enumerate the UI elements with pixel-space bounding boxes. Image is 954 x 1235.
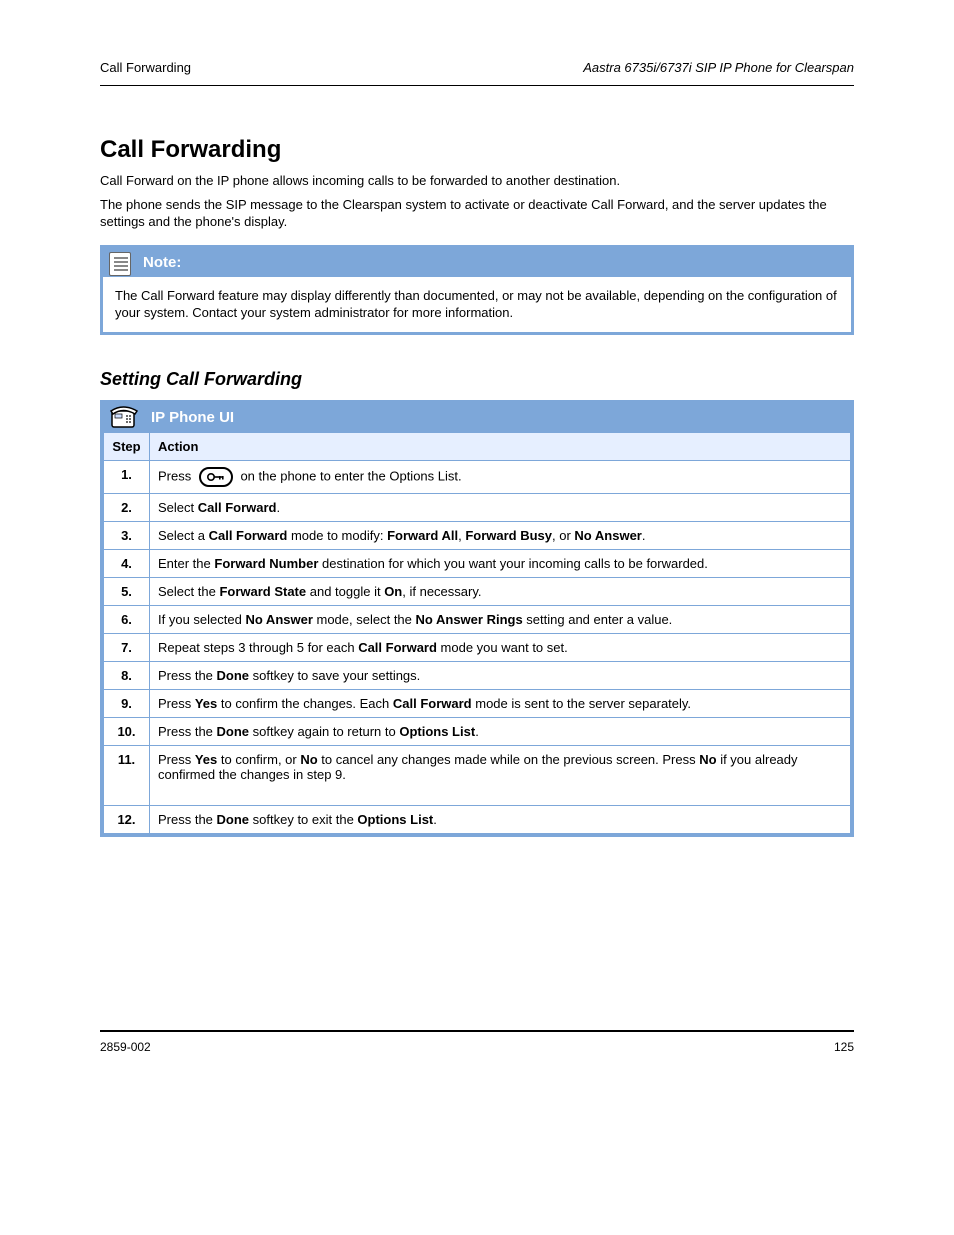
step-number: 7. [104,633,150,661]
step-action: Press the Done softkey again to return t… [150,717,851,745]
table-row: 1.Press on the phone to enter the Option… [104,460,851,493]
step-action: Select a Call Forward mode to modify: Fo… [150,521,851,549]
step-action: Press on the phone to enter the Options … [150,460,851,493]
section-title: Call Forwarding [100,136,854,164]
procedure-table: Step Action 1.Press on the phone to ente… [103,432,851,834]
step-number: 5. [104,577,150,605]
running-header: Call Forwarding Aastra 6735i/6737i SIP I… [100,60,854,75]
table-row: 9.Press Yes to confirm the changes. Each… [104,689,851,717]
page-content: Call Forwarding Aastra 6735i/6737i SIP I… [100,60,854,837]
step-number: 6. [104,605,150,633]
table-row: 7.Repeat steps 3 through 5 for each Call… [104,633,851,661]
action-text-after: on the phone to enter the Options List. [237,468,462,483]
table-row: 5.Select the Forward State and toggle it… [104,577,851,605]
note-box: Note: The Call Forward feature may displ… [100,245,854,335]
table-row: 6.If you selected No Answer mode, select… [104,605,851,633]
table-row: 11.Press Yes to confirm, or No to cancel… [104,745,851,805]
table-row: 3.Select a Call Forward mode to modify: … [104,521,851,549]
options-key-icon [199,467,233,487]
procedure-title: IP Phone UI [151,409,234,426]
step-number: 3. [104,521,150,549]
step-number: 10. [104,717,150,745]
col-header-action: Action [150,432,851,460]
table-row: 4.Enter the Forward Number destination f… [104,549,851,577]
step-number: 8. [104,661,150,689]
footer-rule [100,1030,854,1032]
note-header: Note: [103,248,851,277]
col-header-step: Step [104,432,150,460]
step-action: Enter the Forward Number destination for… [150,549,851,577]
table-row: 8.Press the Done softkey to save your se… [104,661,851,689]
step-action: Press the Done softkey to exit the Optio… [150,805,851,833]
table-row: 12.Press the Done softkey to exit the Op… [104,805,851,833]
intro-paragraph-1: Call Forward on the IP phone allows inco… [100,172,854,190]
footer-right: 125 [834,1040,854,1054]
phone-icon [109,405,139,431]
step-number: 9. [104,689,150,717]
step-action: Press Yes to confirm the changes. Each C… [150,689,851,717]
step-action: Select Call Forward. [150,493,851,521]
step-action: Press Yes to confirm, or No to cancel an… [150,745,851,805]
note-icon [109,252,131,276]
footer-left: 2859-002 [100,1040,151,1054]
step-number: 2. [104,493,150,521]
procedure-box: IP Phone UI Step Action 1.Press on the p… [100,400,854,837]
footer: 2859-002 125 [100,1040,854,1054]
step-number: 12. [104,805,150,833]
subsection-title: Setting Call Forwarding [100,369,854,390]
step-number: 11. [104,745,150,805]
note-label: Note: [143,254,181,271]
table-row: 2.Select Call Forward. [104,493,851,521]
header-rule [100,85,854,86]
step-action: Select the Forward State and toggle it O… [150,577,851,605]
action-text-before: Press [158,468,195,483]
step-number: 1. [104,460,150,493]
note-body: The Call Forward feature may display dif… [103,277,851,332]
step-action: Repeat steps 3 through 5 for each Call F… [150,633,851,661]
running-header-right: Aastra 6735i/6737i SIP IP Phone for Clea… [583,60,854,75]
step-action: Press the Done softkey to save your sett… [150,661,851,689]
intro-paragraph-2: The phone sends the SIP message to the C… [100,196,854,231]
procedure-header: IP Phone UI [103,403,851,432]
step-number: 4. [104,549,150,577]
step-action: If you selected No Answer mode, select t… [150,605,851,633]
table-row: 10.Press the Done softkey again to retur… [104,717,851,745]
running-header-left: Call Forwarding [100,60,191,75]
